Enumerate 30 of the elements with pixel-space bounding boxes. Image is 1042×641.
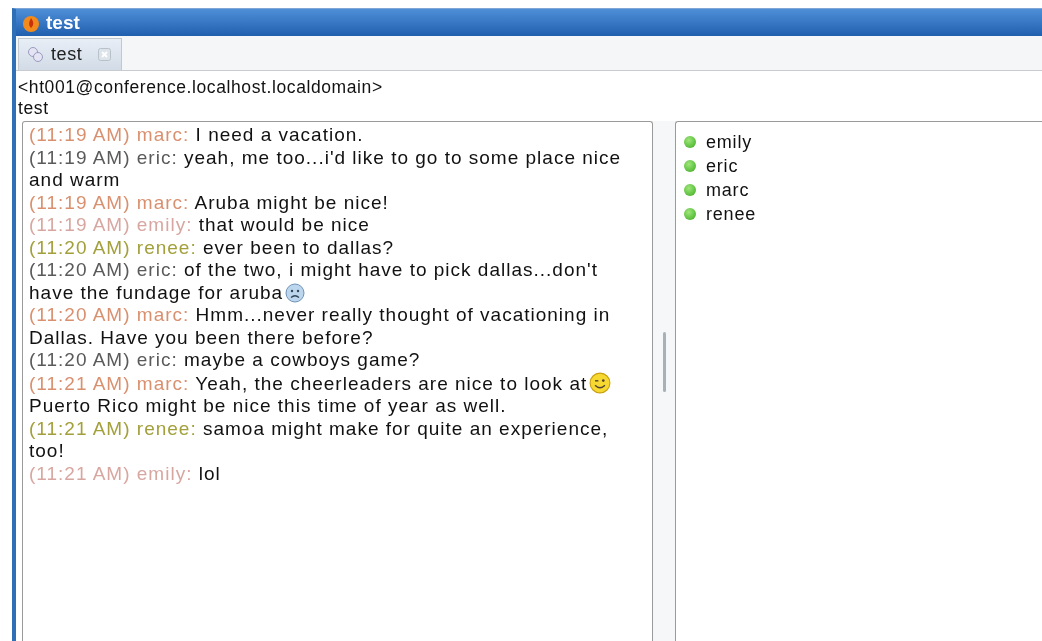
room-topic: test [18,98,50,119]
chat-message: (11:21 AM) renee: samoa might make for quite an experience, too! [29,417,609,461]
chat-message: (11:20 AM) renee: ever been to dallas? [29,236,395,258]
occupant-name[interactable]: emily [706,131,752,153]
occupant-name[interactable]: renee [706,203,757,225]
chat-message: have the fundage for aruba [29,281,284,303]
chat-message: (11:19 AM) emily: that would be nice [29,214,370,235]
chat-message: (11:20 AM) eric: of the two, i might have to pick dallas...don't [29,259,598,280]
winking-face-icon [589,371,612,394]
status-dot-icon [684,160,696,172]
chat-message: (11:21 AM) emily: lol [29,462,221,484]
chat-message: (11:19 AM) eric: yeah, me too...i'd like to go to some place nice and warm [29,146,622,190]
chat-tab[interactable]: test [18,38,123,70]
flame-icon [22,13,40,32]
speech-bubbles-icon [27,45,45,64]
window-title: test [46,11,80,34]
room-address: <ht001@conference.localhost.localdomain> [18,77,384,98]
status-dot-icon [684,136,696,148]
chat-message: (11:19 AM) marc: Aruba might be nice! [29,191,389,213]
occupant-name[interactable]: eric [706,155,739,177]
occupant-name[interactable]: marc [706,179,750,201]
status-dot-icon [684,208,696,220]
status-dot-icon [684,184,696,196]
chat-message: (11:19 AM) marc: I need a vacation. [29,124,364,145]
chat-message: Puerto Rico might be nice this time of year as well. [29,395,507,416]
chat-message: (11:20 AM) marc: Hmm...never really thought of vacationing in Dallas. Have you been there before? [29,304,611,348]
chat-message: (11:20 AM) eric: maybe a cowboys game? [29,349,421,370]
chat-message: (11:21 AM) marc: Yeah, the cheerleaders are nice to look at [29,372,588,394]
close-icon[interactable] [98,48,112,61]
sad-face-icon [285,282,306,303]
